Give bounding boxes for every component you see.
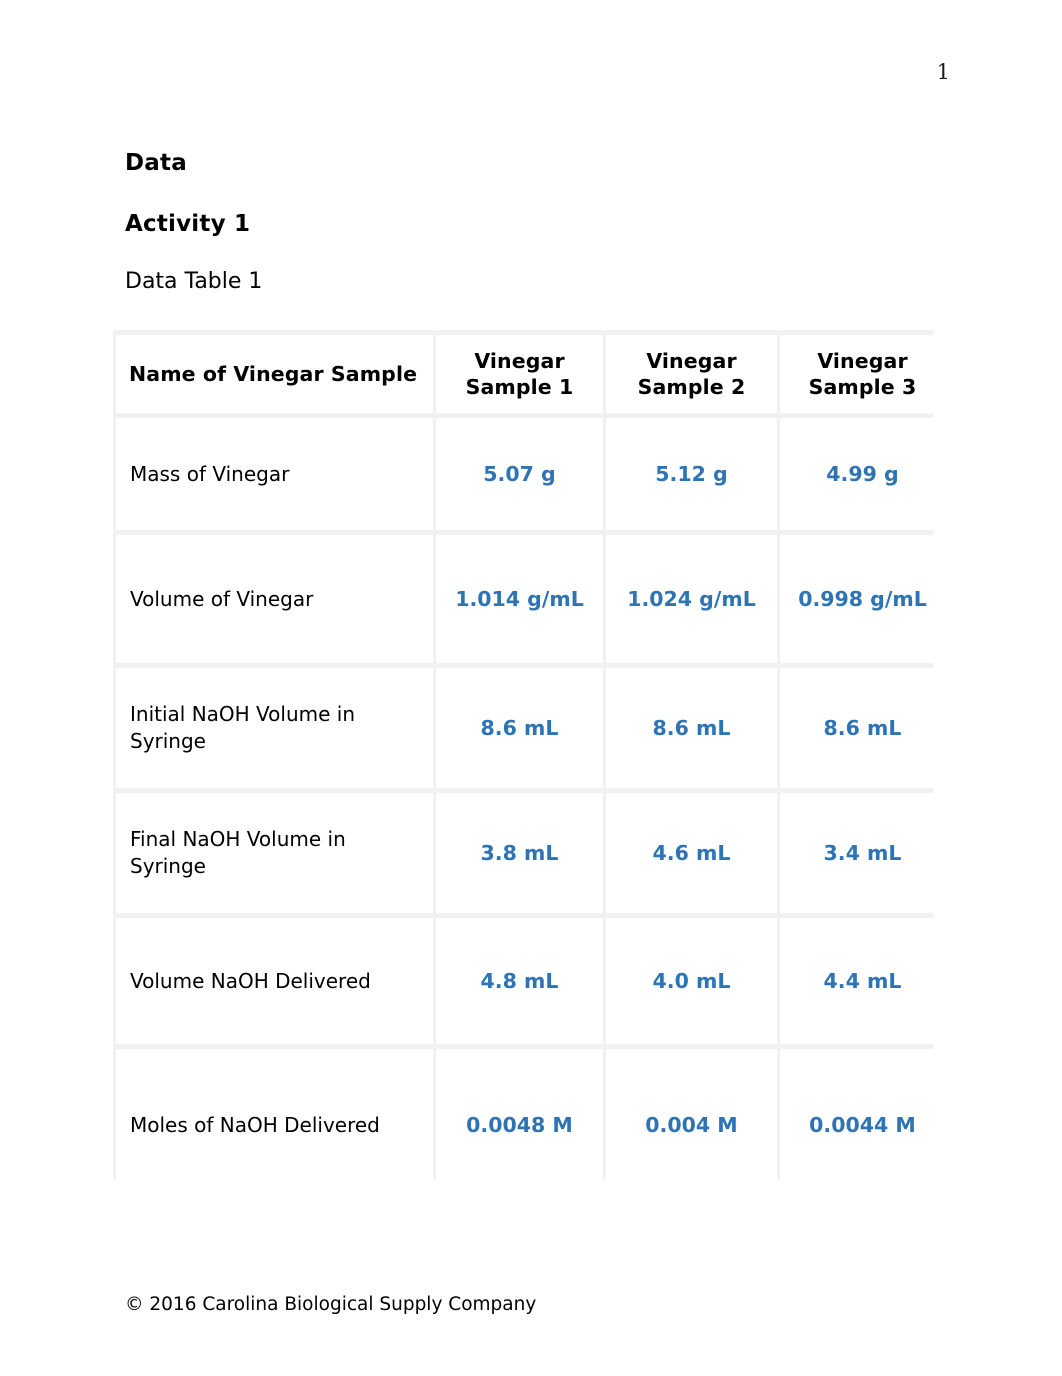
table-row: Final NaOH Volume in Syringe 3.8 mL 4.6 … [116, 793, 945, 913]
data-table-container: Name of Vinegar Sample Vinegar Sample 1 … [113, 330, 945, 1201]
column-header-sample-1-line-1: Vinegar [474, 349, 565, 373]
cell-initial-naoh-volume-sample-2: 8.6 mL [606, 668, 777, 788]
column-header-sample-2-line-1: Vinegar [646, 349, 737, 373]
document-page: 1 Data Activity 1 Data Table 1 Name of V… [0, 0, 1062, 1376]
cell-final-naoh-volume-sample-3: 3.4 mL [780, 793, 945, 913]
section-heading-activity: Activity 1 [125, 211, 251, 237]
data-table-1: Name of Vinegar Sample Vinegar Sample 1 … [113, 330, 948, 1206]
table-caption: Data Table 1 [125, 269, 263, 294]
table-row: Volume NaOH Delivered 4.8 mL 4.0 mL 4.4 … [116, 918, 945, 1044]
cell-mass-of-vinegar-sample-3: 4.99 g [780, 418, 945, 530]
cell-initial-naoh-volume-sample-1: 8.6 mL [436, 668, 603, 788]
cell-moles-naoh-delivered-sample-3: 0.0044 M [780, 1049, 945, 1201]
column-header-sample-1-line-2: Sample 1 [465, 375, 574, 399]
cell-mass-of-vinegar-sample-1: 5.07 g [436, 418, 603, 530]
row-label-line-1: Volume NaOH Delivered [130, 968, 371, 993]
cell-final-naoh-volume-sample-1: 3.8 mL [436, 793, 603, 913]
row-label-mass-of-vinegar: Mass of Vinegar [116, 418, 433, 530]
row-label-moles-naoh-delivered: Moles of NaOH Delivered [116, 1049, 433, 1201]
cell-final-naoh-volume-sample-2: 4.6 mL [606, 793, 777, 913]
cell-moles-naoh-delivered-sample-1: 0.0048 M [436, 1049, 603, 1201]
row-label-volume-naoh-delivered: Volume NaOH Delivered [116, 918, 433, 1044]
footer-copyright: © 2016 Carolina Biological Supply Compan… [125, 1294, 537, 1315]
table-row: Volume of Vinegar 1.014 g/mL 1.024 g/mL … [116, 535, 945, 663]
column-header-sample-1: Vinegar Sample 1 [436, 335, 603, 413]
table-header: Name of Vinegar Sample Vinegar Sample 1 … [116, 335, 945, 413]
column-header-sample-name-line-1: Name of Vinegar Sample [129, 362, 418, 386]
table-row: Mass of Vinegar 5.07 g 5.12 g 4.99 g [116, 418, 945, 530]
table-header-row: Name of Vinegar Sample Vinegar Sample 1 … [116, 335, 945, 413]
column-header-sample-3: Vinegar Sample 3 [780, 335, 945, 413]
cell-volume-naoh-delivered-sample-1: 4.8 mL [436, 918, 603, 1044]
column-header-sample-name: Name of Vinegar Sample [116, 335, 433, 413]
cell-volume-naoh-delivered-sample-3: 4.4 mL [780, 918, 945, 1044]
cell-mass-of-vinegar-sample-2: 5.12 g [606, 418, 777, 530]
row-label-line-2: Syringe [130, 854, 206, 878]
cell-volume-of-vinegar-sample-2: 1.024 g/mL [606, 535, 777, 663]
row-label-line-1: Mass of Vinegar [130, 461, 290, 486]
row-label-line-1: Final NaOH Volume in [130, 827, 346, 851]
row-label-line-1: Volume of Vinegar [130, 586, 314, 611]
cell-volume-of-vinegar-sample-1: 1.014 g/mL [436, 535, 603, 663]
column-header-sample-3-line-1: Vinegar [817, 349, 908, 373]
page-number: 1 [936, 60, 950, 84]
section-heading-data: Data [125, 150, 187, 176]
column-header-sample-2: Vinegar Sample 2 [606, 335, 777, 413]
cell-moles-naoh-delivered-sample-2: 0.004 M [606, 1049, 777, 1201]
row-label-volume-of-vinegar: Volume of Vinegar [116, 535, 433, 663]
cell-initial-naoh-volume-sample-3: 8.6 mL [780, 668, 945, 788]
row-label-initial-naoh-volume: Initial NaOH Volume in Syringe [116, 668, 433, 788]
column-header-sample-2-line-2: Sample 2 [637, 375, 746, 399]
column-header-sample-3-line-2: Sample 3 [808, 375, 917, 399]
row-label-line-1: Initial NaOH Volume in [130, 702, 356, 726]
cell-volume-naoh-delivered-sample-2: 4.0 mL [606, 918, 777, 1044]
row-label-final-naoh-volume: Final NaOH Volume in Syringe [116, 793, 433, 913]
cell-volume-of-vinegar-sample-3: 0.998 g/mL [780, 535, 945, 663]
table-row: Moles of NaOH Delivered 0.0048 M 0.004 M… [116, 1049, 945, 1201]
table-body: Mass of Vinegar 5.07 g 5.12 g 4.99 g Vol… [116, 418, 945, 1201]
row-label-line-2: Syringe [130, 729, 206, 753]
row-label-line-1: Moles of NaOH Delivered [130, 1112, 380, 1137]
table-row: Initial NaOH Volume in Syringe 8.6 mL 8.… [116, 668, 945, 788]
